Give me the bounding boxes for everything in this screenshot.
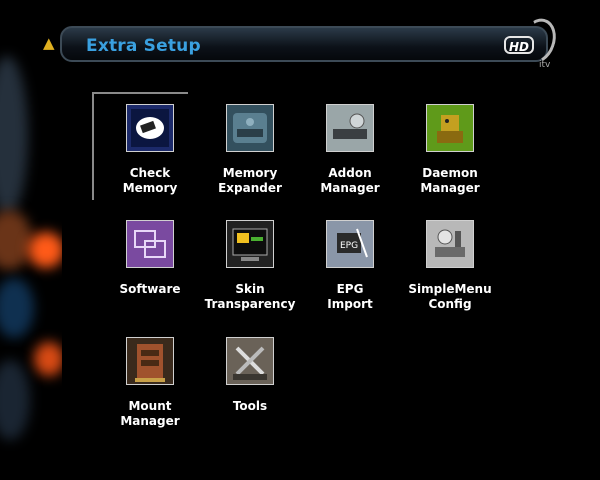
background-art xyxy=(0,0,62,480)
warning-icon: ▲ xyxy=(43,34,55,52)
item-label-line1: Daemon xyxy=(422,166,478,180)
mount-cabinet-icon xyxy=(126,337,174,385)
menu-item-memory-expander[interactable]: Memory Expander xyxy=(200,104,300,196)
menu-item-check-memory[interactable]: Check Memory xyxy=(100,104,200,196)
disk-drive-icon xyxy=(226,104,274,152)
item-label-line1: EPG xyxy=(336,282,364,296)
epg-satellite-icon: EPG xyxy=(326,220,374,268)
item-label-line1: Addon xyxy=(328,166,372,180)
item-label-line2: Import xyxy=(327,297,373,311)
simplemenu-config-icon xyxy=(426,220,474,268)
item-label-line1: Skin xyxy=(235,282,265,296)
item-label-line2: Manager xyxy=(320,181,380,195)
item-label-line2: Memory xyxy=(122,181,178,195)
item-label-line2: Manager xyxy=(120,414,180,428)
menu-item-mount-manager[interactable]: Mount Manager xyxy=(100,337,200,429)
menu-item-skin-transparency[interactable]: Skin Transparency xyxy=(200,220,300,312)
item-label-line1: SimpleMenu xyxy=(408,282,492,296)
item-label-line2: Manager xyxy=(420,181,480,195)
menu-item-addon-manager[interactable]: Addon Manager xyxy=(300,104,400,196)
menu-item-daemon-manager[interactable]: Daemon Manager xyxy=(400,104,500,196)
item-label-line1: Tools xyxy=(232,399,268,413)
svg-text:EPG: EPG xyxy=(340,241,358,251)
item-label-line2: Config xyxy=(428,297,472,311)
page-title: Extra Setup xyxy=(86,36,201,56)
tools-icon xyxy=(226,337,274,385)
item-label-line2: Transparency xyxy=(204,297,296,311)
item-label-line2: Expander xyxy=(218,181,282,195)
daemon-robot-icon xyxy=(426,104,474,152)
menu-item-software[interactable]: Software xyxy=(100,220,200,297)
menu-item-epg-import[interactable]: EPG EPG Import xyxy=(300,220,400,312)
menu-item-tools[interactable]: Tools xyxy=(200,337,300,414)
channel-logo-text: itv xyxy=(539,60,551,70)
addon-receiver-icon xyxy=(326,104,374,152)
memory-chip-icon xyxy=(126,104,174,152)
item-label-line1: Check xyxy=(129,166,171,180)
item-label-line1: Software xyxy=(119,282,181,296)
menu-item-simplemenu-config[interactable]: SimpleMenu Config xyxy=(400,220,500,312)
title-bar: Extra Setup HD xyxy=(60,26,548,62)
software-windows-icon xyxy=(126,220,174,268)
item-label-line1: Memory xyxy=(222,166,278,180)
skin-monitor-icon xyxy=(226,220,274,268)
item-label-line1: Mount xyxy=(128,399,172,413)
